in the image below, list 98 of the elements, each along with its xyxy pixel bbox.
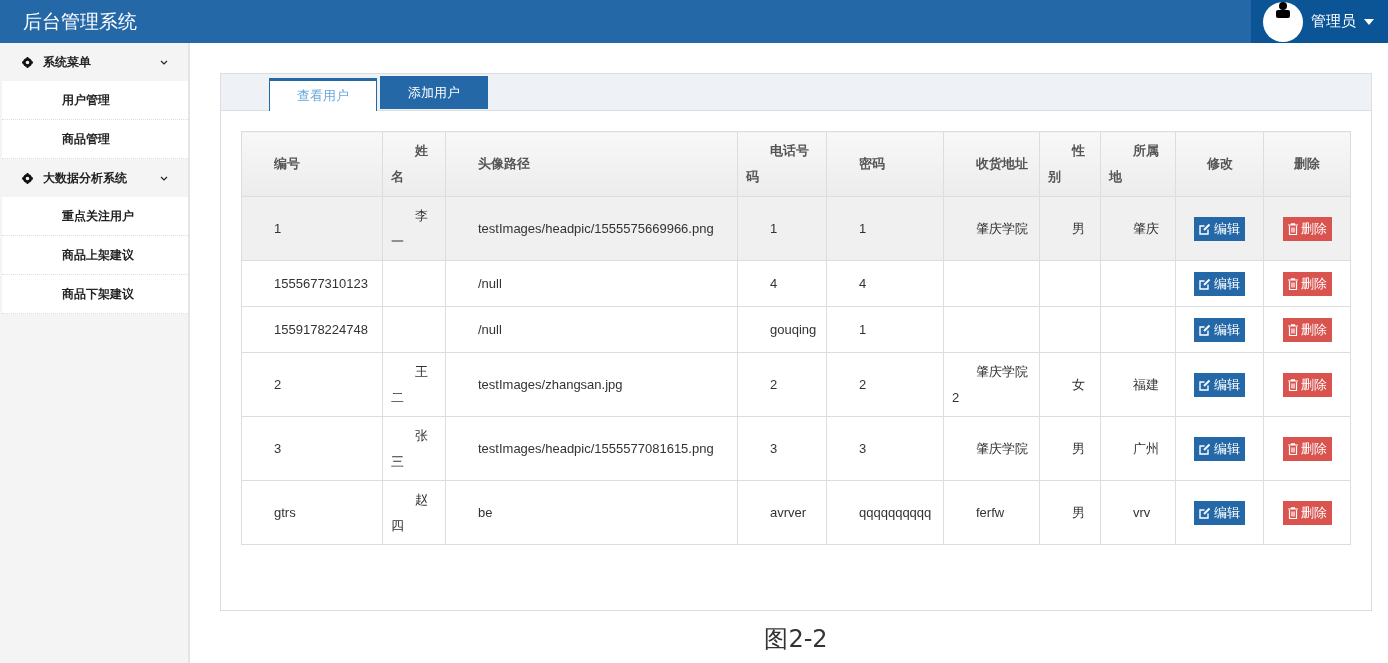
- sidebar-item[interactable]: 用户管理: [2, 81, 188, 120]
- table-cell: 男: [1039, 480, 1101, 545]
- table-cell: 1555677310123: [241, 260, 383, 307]
- table-cell: 2: [826, 352, 944, 417]
- table-cell: 3: [241, 416, 383, 481]
- edit-button[interactable]: 编辑: [1194, 436, 1245, 461]
- table-cell: 男: [1039, 416, 1101, 481]
- table-cell: 肇庆学院: [943, 416, 1040, 481]
- column-header: 头像路径: [445, 131, 738, 197]
- column-header: 删除: [1263, 131, 1351, 197]
- table-cell: 肇庆学院2: [943, 352, 1040, 417]
- table-cell: /null: [445, 306, 738, 353]
- table-cell: 男: [1039, 196, 1101, 261]
- table-cell: 赵四: [382, 480, 446, 545]
- column-header: 性别: [1039, 131, 1101, 197]
- chevron-icon: [160, 59, 168, 65]
- table-cell: testImages/zhangsan.jpg: [445, 352, 738, 417]
- edit-icon: [1199, 442, 1211, 455]
- delete-button[interactable]: 删除: [1282, 317, 1332, 342]
- sidebar-item[interactable]: 商品下架建议: [2, 275, 188, 314]
- table-cell: gtrs: [241, 480, 383, 545]
- edit-button[interactable]: 编辑: [1194, 372, 1245, 397]
- edit-icon: [1199, 277, 1211, 290]
- trash-icon: [1287, 323, 1298, 336]
- gear-icon: [22, 172, 33, 184]
- table-cell: 3: [826, 416, 944, 481]
- column-header: 密码: [826, 131, 944, 197]
- table-cell: /null: [445, 260, 738, 307]
- table-cell: avrver: [737, 480, 827, 545]
- column-header: 所属地: [1100, 131, 1176, 197]
- edit-button[interactable]: 编辑: [1194, 216, 1245, 241]
- caret-icon: [1364, 18, 1374, 25]
- column-header: 电话号码: [737, 131, 827, 197]
- delete-button[interactable]: 删除: [1282, 216, 1332, 241]
- table-cell: 1: [826, 306, 944, 353]
- trash-icon: [1287, 506, 1298, 519]
- table-cell: [1039, 260, 1101, 307]
- gear-icon: [22, 56, 33, 68]
- table-cell: [382, 260, 446, 307]
- edit-icon: [1199, 323, 1211, 336]
- edit-button[interactable]: 编辑: [1194, 317, 1245, 342]
- table-cell: 王二: [382, 352, 446, 417]
- user-menu[interactable]: 管理员: [1251, 0, 1388, 43]
- trash-icon: [1287, 277, 1298, 290]
- table-cell: ferfw: [943, 480, 1040, 545]
- table-cell: 1: [241, 196, 383, 261]
- table-cell: 女: [1039, 352, 1101, 417]
- sidebar-item[interactable]: 商品管理: [2, 120, 188, 159]
- table-cell: 4: [826, 260, 944, 307]
- table-cell: [1039, 306, 1101, 353]
- edit-icon: [1199, 378, 1211, 391]
- table-cell: 2: [737, 352, 827, 417]
- app-title: 后台管理系统: [23, 8, 137, 34]
- delete-button[interactable]: 删除: [1282, 372, 1332, 397]
- table-cell: 1: [826, 196, 944, 261]
- edit-icon: [1199, 222, 1211, 235]
- table-cell: 4: [737, 260, 827, 307]
- sidebar-item[interactable]: 商品上架建议: [2, 236, 188, 275]
- user-name: 管理员: [1311, 12, 1356, 31]
- trash-icon: [1287, 378, 1298, 391]
- table-cell: 肇庆学院: [943, 196, 1040, 261]
- table-cell: 1559178224748: [241, 306, 383, 353]
- figure-caption: 图2-2: [763, 624, 829, 655]
- column-header: 姓名: [382, 131, 446, 197]
- trash-icon: [1287, 442, 1298, 455]
- table-cell: 1: [737, 196, 827, 261]
- group-label: 大数据分析系统: [43, 169, 128, 187]
- menu-group[interactable]: 大数据分析系统: [0, 159, 188, 197]
- menu-group[interactable]: 系统菜单: [0, 43, 188, 81]
- tab[interactable]: 添加用户: [380, 76, 488, 109]
- table-cell: 张三: [382, 416, 446, 481]
- table-cell: 李一: [382, 196, 446, 261]
- table-cell: 3: [737, 416, 827, 481]
- table-cell: vrv: [1100, 480, 1176, 545]
- table-cell: testImages/headpic/1555575669966.png: [445, 196, 738, 261]
- edit-button[interactable]: 编辑: [1194, 271, 1245, 296]
- table-cell: [382, 306, 446, 353]
- table-cell: 广州: [1100, 416, 1176, 481]
- table-cell: qqqqqqqqqq: [826, 480, 944, 545]
- delete-button[interactable]: 删除: [1282, 500, 1332, 525]
- table-cell: 2: [241, 352, 383, 417]
- column-header: 收货地址: [943, 131, 1040, 197]
- chevron-icon: [160, 175, 168, 181]
- delete-button[interactable]: 删除: [1282, 436, 1332, 461]
- table-cell: be: [445, 480, 738, 545]
- table-cell: testImages/headpic/1555577081615.png: [445, 416, 738, 481]
- trash-icon: [1287, 222, 1298, 235]
- sidebar-item[interactable]: 重点关注用户: [2, 197, 188, 236]
- column-header: 编号: [241, 131, 383, 197]
- table-cell: 福建: [1100, 352, 1176, 417]
- person-icon: [1275, 1, 1291, 18]
- table-cell: 肇庆: [1100, 196, 1176, 261]
- edit-icon: [1199, 506, 1211, 519]
- column-header: 修改: [1175, 131, 1264, 197]
- edit-button[interactable]: 编辑: [1194, 500, 1245, 525]
- delete-button[interactable]: 删除: [1282, 271, 1332, 296]
- table-cell: gouqing: [737, 306, 827, 353]
- group-label: 系统菜单: [43, 53, 92, 71]
